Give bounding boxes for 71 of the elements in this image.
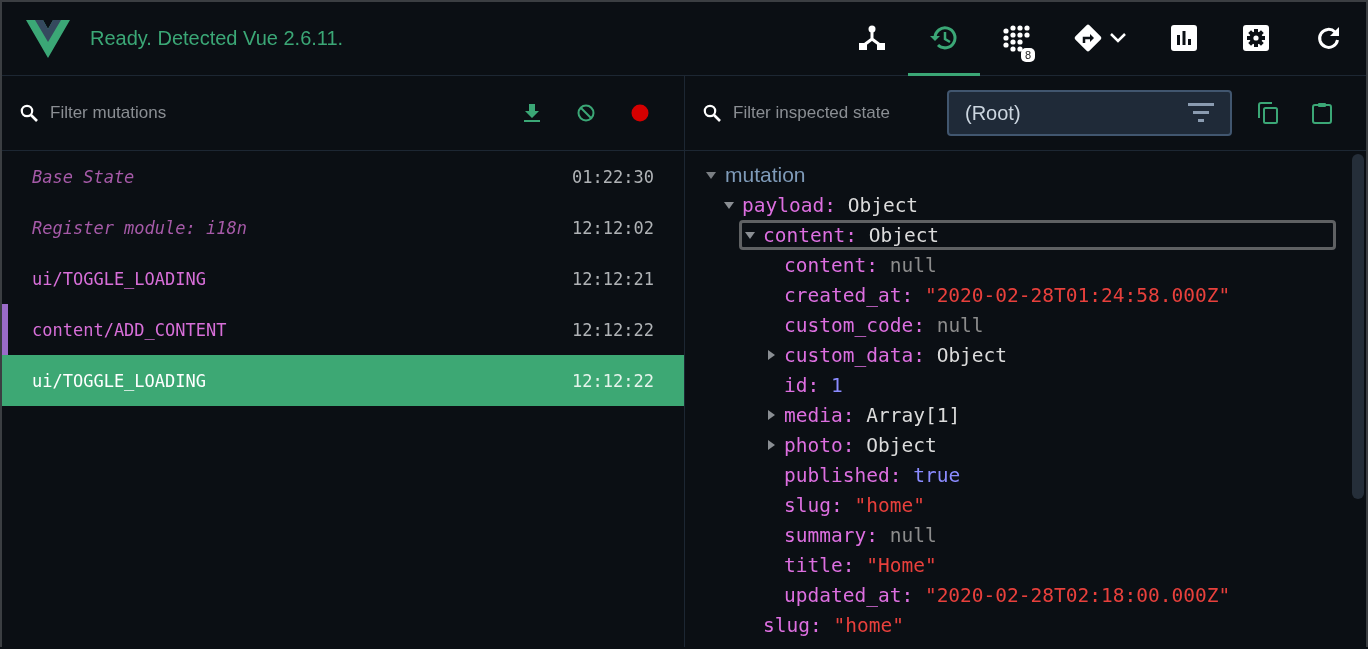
toolbar-tab[interactable]: 8 — [980, 2, 1052, 76]
state-entry: media: Array[1] — [784, 403, 961, 427]
copy-icon — [1258, 102, 1278, 124]
state-entry: published: true — [784, 463, 961, 487]
count-badge: 8 — [1021, 48, 1036, 62]
state-entry: id: 1 — [784, 373, 843, 397]
mutation-name: ui/TOGGLE_LOADING — [32, 268, 206, 289]
state-row[interactable]: media: Array[1] — [760, 400, 1336, 430]
state-entry: custom_data: Object — [784, 343, 1008, 367]
state-entry: payload: Object — [742, 193, 919, 217]
filter-icon — [1188, 103, 1214, 123]
state-row[interactable]: custom_code: null — [760, 310, 1336, 340]
state-row[interactable]: slug: "home" — [739, 610, 1336, 640]
search-icon — [20, 104, 38, 122]
state-entry: slug: "home" — [763, 613, 904, 637]
tree-icon — [858, 23, 886, 52]
state-row[interactable]: photo: Object — [760, 430, 1336, 460]
state-entry: photo: Object — [784, 433, 937, 457]
download-icon — [524, 104, 540, 122]
status-text: Ready. Detected Vue 2.6.11. — [90, 27, 344, 50]
state-entry: summary: null — [784, 523, 937, 547]
expanded-arrow-icon[interactable] — [723, 199, 735, 211]
timestamp: 12:12:21 — [572, 268, 654, 289]
caret-icon — [1109, 31, 1127, 44]
collapsed-arrow-icon[interactable] — [765, 349, 777, 361]
state-entry: updated_at: "2020-02-28T02:18:00.000Z" — [784, 583, 1231, 607]
state-entry: slug: "home" — [784, 493, 925, 517]
expanded-arrow-icon[interactable] — [744, 229, 756, 241]
timestamp: 12:12:22 — [572, 370, 654, 391]
mutation-name: ui/TOGGLE_LOADING — [32, 370, 206, 391]
filter-field[interactable]: Filter mutations — [50, 103, 250, 123]
section-title: mutation — [725, 163, 806, 187]
timestamp: 01:22:30 — [572, 166, 654, 187]
mutation-name: Base State — [32, 166, 135, 187]
state-entry: title: "Home" — [784, 553, 937, 577]
search-icon — [703, 104, 721, 122]
timestamp: 12:12:22 — [572, 319, 654, 340]
state-row[interactable]: summary: null — [760, 520, 1336, 550]
state-entry: custom_code: null — [784, 313, 984, 337]
collapsed-arrow-icon[interactable] — [765, 409, 777, 421]
logo-icon — [26, 19, 70, 58]
bar-chart-icon — [1171, 24, 1197, 51]
mutation-name: content/ADD_CONTENT — [32, 319, 227, 340]
state-row[interactable]: content: null — [760, 250, 1336, 280]
mutation-item[interactable]: ui/TOGGLE_LOADING 12:12:21 — [2, 253, 684, 304]
state-row[interactable]: created_at: "2020-02-28T01:24:58.000Z" — [760, 280, 1336, 310]
state-row[interactable]: content: Object — [739, 220, 1336, 250]
scrollbar[interactable] — [1352, 154, 1364, 499]
clipboard-icon — [1312, 102, 1332, 124]
state-row[interactable]: slug: "home" — [760, 490, 1336, 520]
state-row[interactable]: custom_data: Object — [760, 340, 1336, 370]
state-entry: created_at: "2020-02-28T01:24:58.000Z" — [784, 283, 1231, 307]
state-row[interactable]: payload: Object — [718, 190, 1336, 220]
timestamp: 12:12:02 — [572, 217, 654, 238]
history-icon — [929, 23, 959, 52]
mutation-item[interactable]: Base State 01:22:30 — [2, 151, 684, 202]
collapsed-arrow-icon[interactable] — [765, 439, 777, 451]
state-row[interactable]: updated_at: "2020-02-28T02:18:00.000Z" — [760, 580, 1336, 610]
mutation-name: Register module: i18n — [32, 217, 247, 238]
module-dropdown[interactable]: (Root) — [947, 90, 1232, 136]
state-entry: content: null — [784, 253, 937, 277]
state-row[interactable]: title: "Home" — [760, 550, 1336, 580]
mutation-item[interactable]: Register module: i18n 12:12:02 — [2, 202, 684, 253]
filter-field[interactable]: Filter inspected state — [733, 103, 933, 123]
settings-icon — [1243, 24, 1269, 51]
state-row[interactable]: id: 1 — [760, 370, 1336, 400]
state-row[interactable]: published: true — [760, 460, 1336, 490]
block-icon — [577, 104, 595, 122]
expanded-arrow-icon[interactable] — [705, 169, 717, 181]
state-entry: content: Object — [763, 223, 940, 247]
dots-icon — [1002, 23, 1030, 52]
